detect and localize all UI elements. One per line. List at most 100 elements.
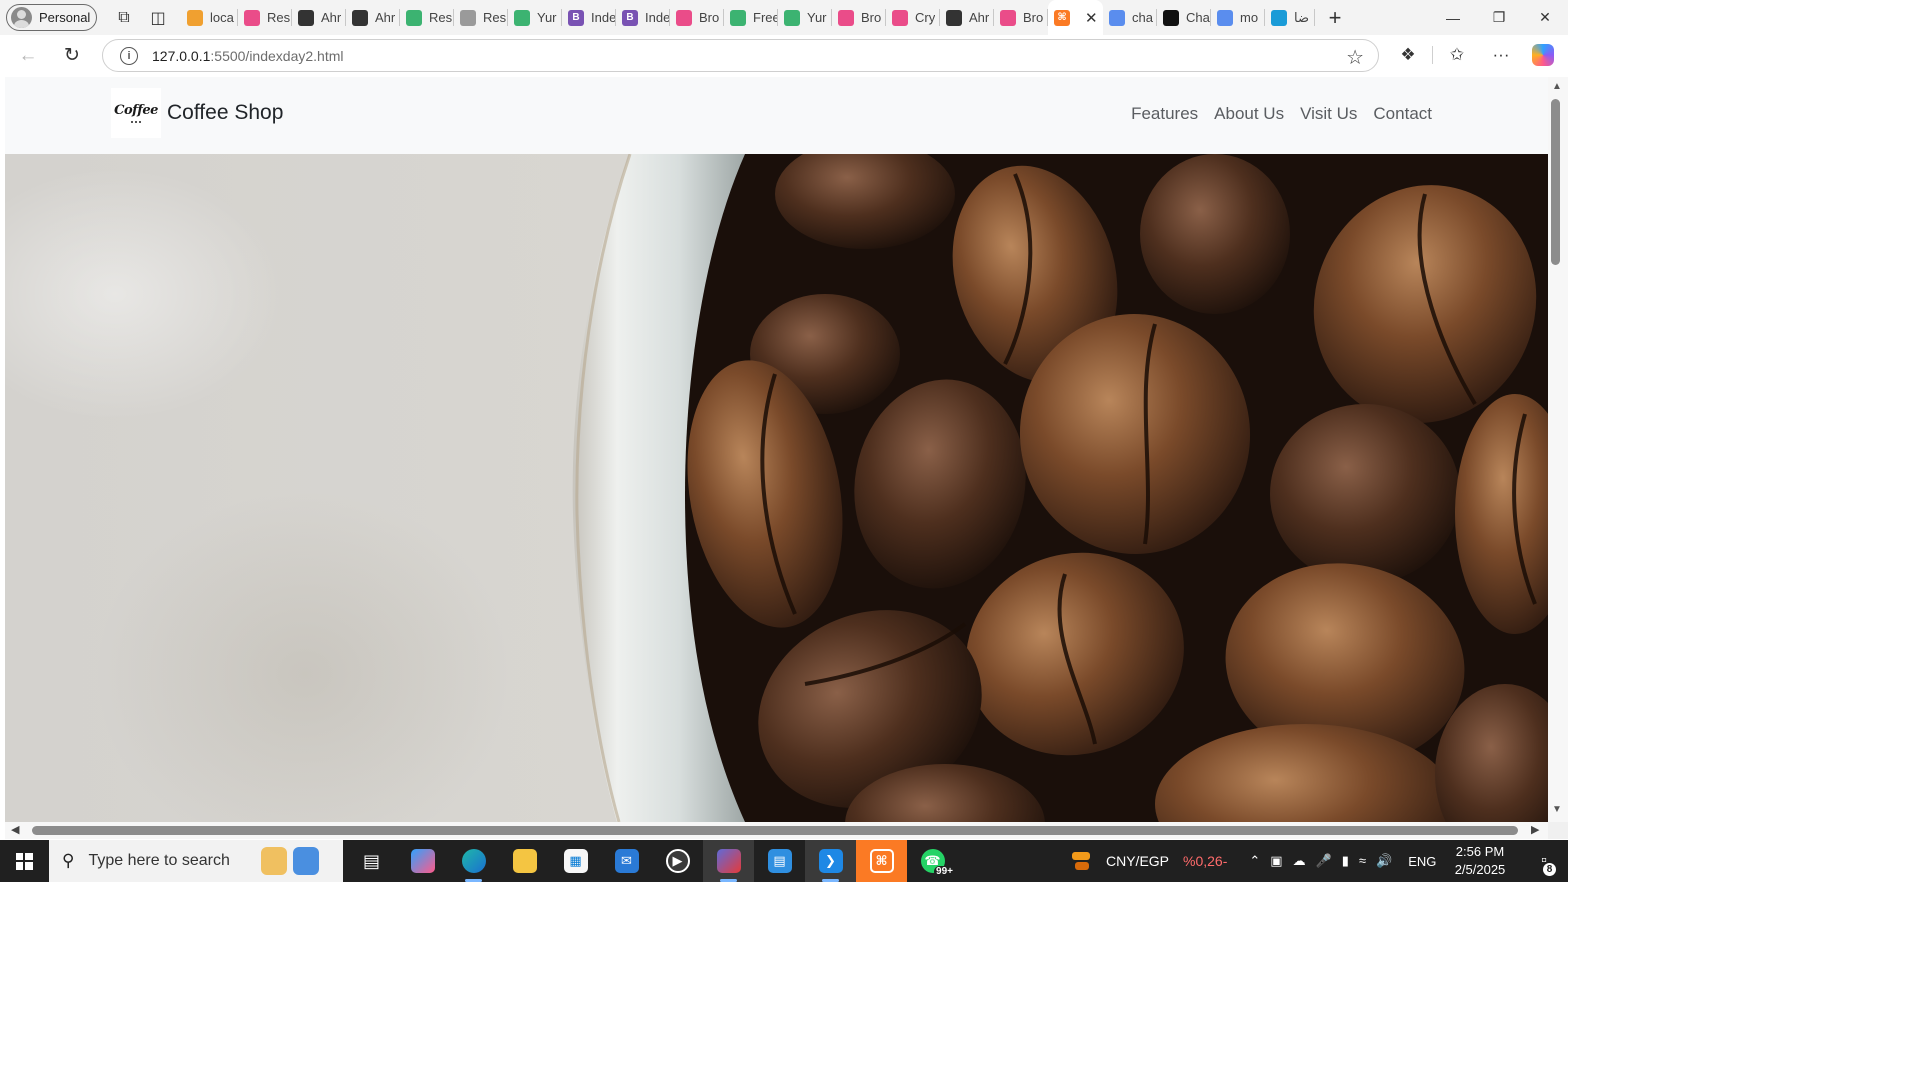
url-text: 127.0.0.1:5500/indexday2.html: [152, 48, 343, 64]
nav-link-about-us[interactable]: About Us: [1214, 104, 1284, 124]
scroll-right-arrow-icon[interactable]: ▶: [1531, 823, 1539, 836]
nav-link-features[interactable]: Features: [1131, 104, 1198, 124]
clock-time: 2:56 PM: [1455, 844, 1505, 859]
screen: Personal ⧉ ◫ loca Res Ahr Ahr Res Res Yur B Inde…: [0, 0, 1568, 882]
tab-19[interactable]: mo: [1211, 0, 1265, 35]
whatsapp-icon[interactable]: ☎ 99+: [907, 840, 958, 882]
refresh-icon[interactable]: ↻: [50, 39, 94, 73]
nav-link-visit-us[interactable]: Visit Us: [1300, 104, 1357, 124]
tab-1[interactable]: Res: [238, 0, 292, 35]
scroll-left-arrow-icon[interactable]: ◀: [11, 823, 19, 836]
tab-16[interactable]: ⌘ ✕: [1048, 0, 1103, 35]
coffee-logo-icon: Coffee: [111, 88, 161, 138]
paint-app-icon[interactable]: [703, 840, 754, 882]
vertical-tabs-icon[interactable]: ◫: [141, 4, 175, 32]
edge-icon[interactable]: [448, 840, 499, 882]
more-options-icon[interactable]: ···: [1483, 38, 1519, 72]
tab-15[interactable]: Bro: [994, 0, 1048, 35]
close-window-icon[interactable]: ✕: [1522, 0, 1568, 35]
clock-date: 2/5/2025: [1454, 862, 1506, 877]
restore-icon[interactable]: ❐: [1476, 0, 1522, 35]
tab-title: Bro: [861, 10, 882, 25]
pma-icon: [187, 9, 203, 26]
favorite-star-icon[interactable]: ☆: [1346, 45, 1364, 70]
tab-11[interactable]: Yur: [778, 0, 832, 35]
search-icon: ⚲: [62, 851, 75, 870]
tab-9[interactable]: Bro: [670, 0, 724, 35]
tab-title: loca: [210, 10, 234, 25]
tab-14[interactable]: Ahr: [940, 0, 994, 35]
mail-icon[interactable]: ✉: [601, 840, 652, 882]
wifi-icon[interactable]: ≈: [1359, 853, 1366, 869]
tab-17[interactable]: cha: [1103, 0, 1157, 35]
currency-pair[interactable]: CNY/EGP: [1106, 853, 1169, 869]
tab-7[interactable]: B Inde: [562, 0, 616, 35]
copilot-icon[interactable]: [1525, 38, 1561, 72]
tab-8[interactable]: B Inde: [616, 0, 670, 35]
search-icon: [1217, 9, 1233, 26]
tab-list: loca Res Ahr Ahr Res Res Yur B Inde B Inde Bro Free Y…: [181, 0, 1315, 35]
horizontal-scroll-thumb[interactable]: [32, 826, 1518, 835]
vertical-scroll-thumb[interactable]: [1551, 99, 1560, 265]
extensions-icon[interactable]: ❖: [1390, 38, 1426, 72]
bootstrap-icon: B: [568, 9, 584, 26]
tab-13[interactable]: Cry: [886, 0, 940, 35]
new-tab-button[interactable]: +: [1315, 0, 1355, 35]
favorites-icon[interactable]: ✩: [1439, 38, 1475, 72]
url-path: :5500/indexday2.html: [210, 47, 344, 64]
volume-icon[interactable]: 🔊: [1376, 853, 1392, 869]
close-tab-icon[interactable]: ✕: [1085, 9, 1098, 27]
address-bar[interactable]: i 127.0.0.1:5500/indexday2.html ☆: [102, 39, 1379, 72]
tab-4[interactable]: Res: [400, 0, 454, 35]
leaf-icon: [406, 9, 422, 26]
nav-link-contact[interactable]: Contact: [1373, 104, 1432, 124]
tab-0[interactable]: loca: [181, 0, 238, 35]
media-player-icon[interactable]: ▶: [652, 840, 703, 882]
workspaces-icon[interactable]: ⧉: [107, 4, 141, 32]
leaf-icon: [514, 9, 530, 26]
battery-icon[interactable]: ▮: [1342, 853, 1349, 869]
scroll-up-arrow-icon[interactable]: ▲: [1552, 81, 1562, 92]
tab-title: mo: [1240, 10, 1259, 25]
start-button[interactable]: [0, 840, 48, 882]
minimize-icon[interactable]: —: [1430, 0, 1476, 35]
tab-6[interactable]: Yur: [508, 0, 562, 35]
copilot-app-icon[interactable]: [397, 840, 448, 882]
url-host: 127.0.0.1: [152, 47, 211, 64]
microsoft-store-icon[interactable]: ▦: [550, 840, 601, 882]
currency-widget-icon[interactable]: [1068, 850, 1094, 872]
profile-button[interactable]: Personal: [6, 4, 97, 31]
navbar-brand[interactable]: Coffee Coffee Shop: [111, 88, 283, 138]
taskbar-search[interactable]: ⚲ Type here to search: [49, 840, 343, 882]
tab-10[interactable]: Free: [724, 0, 778, 35]
xampp-icon[interactable]: ⌘: [856, 840, 907, 882]
language-indicator[interactable]: ENG: [1408, 854, 1436, 869]
tab-18[interactable]: Cha: [1157, 0, 1211, 35]
tab-5[interactable]: Res: [454, 0, 508, 35]
tab-20[interactable]: ضا: [1265, 0, 1315, 35]
page-icon: [460, 9, 476, 26]
microphone-icon[interactable]: 🎤: [1316, 853, 1332, 869]
tab-12[interactable]: Bro: [832, 0, 886, 35]
tab-title: Ahr: [375, 10, 396, 25]
tab-title: Inde: [591, 10, 616, 25]
site-info-icon[interactable]: i: [120, 46, 138, 65]
meet-now-icon[interactable]: ▣: [1270, 853, 1282, 869]
back-icon[interactable]: ←: [6, 39, 50, 73]
tab-3[interactable]: Ahr: [346, 0, 400, 35]
scroll-down-arrow-icon[interactable]: ▼: [1552, 804, 1562, 815]
tab-2[interactable]: Ahr: [292, 0, 346, 35]
github-icon: [298, 9, 314, 26]
task-view-icon[interactable]: ▤: [346, 840, 397, 882]
outlook-icon[interactable]: ▤: [754, 840, 805, 882]
horizontal-scrollbar[interactable]: ◀ ▶: [5, 822, 1548, 839]
taskbar-clock[interactable]: 2:56 PM 2/5/2025: [1446, 843, 1514, 879]
tab-title: Yur: [537, 10, 557, 25]
vertical-scrollbar[interactable]: ▲ ▼: [1548, 77, 1568, 822]
notification-center-icon[interactable]: ▫ 8: [1520, 840, 1568, 882]
vscode-icon[interactable]: ❯: [805, 840, 856, 882]
onedrive-icon[interactable]: ☁: [1293, 853, 1306, 869]
coffee-beans-cup-illustration: [572, 154, 1548, 822]
file-explorer-icon[interactable]: [499, 840, 550, 882]
show-hidden-icons-icon[interactable]: ⌃: [1249, 853, 1260, 869]
